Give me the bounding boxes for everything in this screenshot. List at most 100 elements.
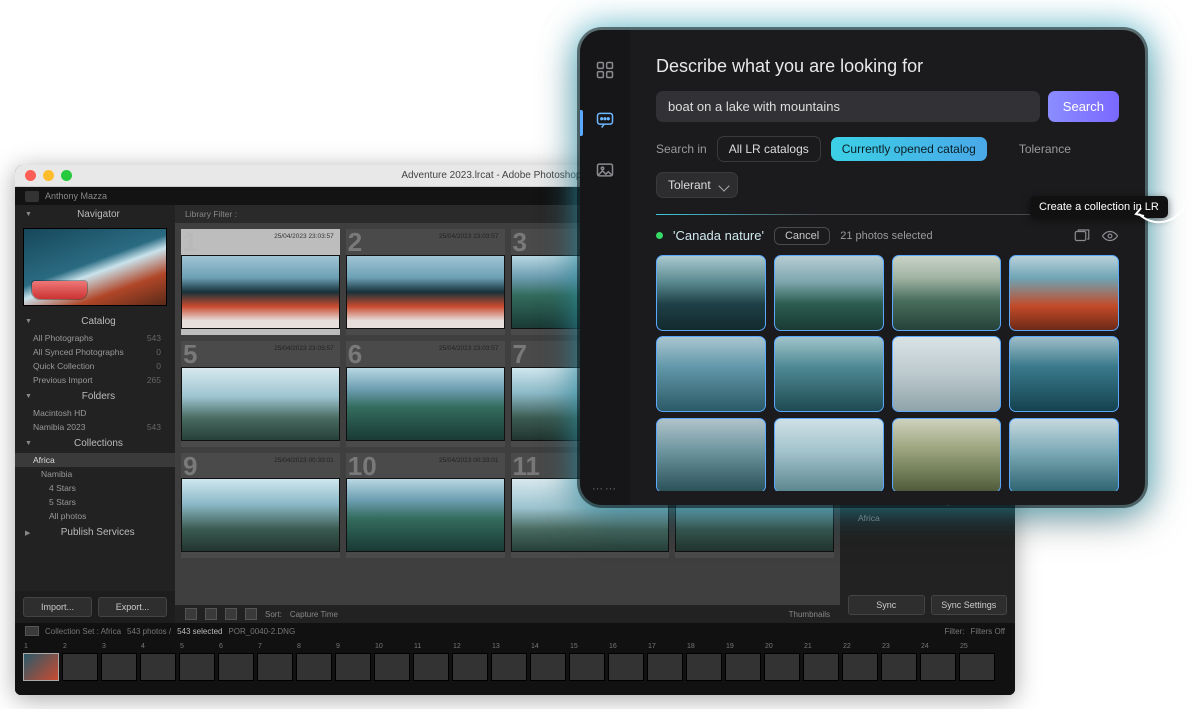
filmstrip-filter-off[interactable]: Filters Off (970, 627, 1005, 636)
filmstrip-thumb[interactable]: 15 (569, 653, 605, 681)
result-thumb[interactable] (656, 255, 766, 331)
identity-plate: Anthony Mazza (45, 191, 107, 201)
keyword-list-item[interactable]: Africa (840, 511, 1015, 525)
folder-item[interactable]: Namibia 2023543 (15, 420, 175, 434)
filmstrip-thumb[interactable]: 10 (374, 653, 410, 681)
filmstrip-source[interactable]: Collection Set : Africa (45, 627, 121, 636)
collections-header[interactable]: ▼ Collections (15, 434, 175, 453)
filmstrip-thumb[interactable]: 2 (62, 653, 98, 681)
grid-cell[interactable]: 225/04/2023 23:03:57 (346, 229, 505, 335)
result-thumb[interactable] (1009, 418, 1119, 491)
navigator-preview[interactable] (23, 228, 167, 306)
filmstrip-thumb[interactable]: 19 (725, 653, 761, 681)
publish-header[interactable]: ▶ Publish Services (15, 523, 175, 542)
compare-view-icon[interactable] (225, 608, 237, 620)
result-thumb[interactable] (656, 418, 766, 491)
result-thumb[interactable] (774, 336, 884, 412)
search-button[interactable]: Search (1048, 91, 1119, 122)
result-thumb[interactable] (892, 336, 1002, 412)
folders-header[interactable]: ▼ Folders (15, 387, 175, 406)
filmstrip-thumb[interactable]: 25 (959, 653, 995, 681)
filmstrip-thumb[interactable]: 5 (179, 653, 215, 681)
filmstrip-thumbs[interactable]: 1234567891011121314151617181920212223242… (15, 639, 1015, 695)
export-collection-icon[interactable] (1073, 227, 1091, 245)
folders-label: Folders (82, 391, 115, 402)
filmstrip-thumb[interactable]: 18 (686, 653, 722, 681)
disclosure-icon: ▼ (25, 440, 32, 447)
grid-cell[interactable]: 625/04/2023 23:03:57 (346, 341, 505, 447)
drag-handle-icon[interactable]: ⋯⋯ (592, 482, 618, 495)
sidebar-active-indicator (580, 110, 583, 136)
filmstrip-thumb[interactable]: 16 (608, 653, 644, 681)
filmstrip-thumb[interactable]: 14 (530, 653, 566, 681)
grid-toolbar: Sort: Capture Time Thumbnails (175, 605, 840, 623)
filmstrip-thumb[interactable]: 9 (335, 653, 371, 681)
filmstrip: Collection Set : Africa 543 photos / 543… (15, 623, 1015, 695)
sync-button[interactable]: Sync (848, 595, 925, 615)
filmstrip-thumb[interactable]: 17 (647, 653, 683, 681)
filmstrip-thumb[interactable]: 4 (140, 653, 176, 681)
filmstrip-thumb[interactable]: 8 (296, 653, 332, 681)
collection-item[interactable]: 5 Stars (15, 495, 175, 509)
loupe-view-icon[interactable] (205, 608, 217, 620)
second-window-icon[interactable] (25, 626, 39, 636)
export-button[interactable]: Export... (98, 597, 167, 617)
import-button[interactable]: Import... (23, 597, 92, 617)
collection-item[interactable]: 4 Stars (15, 481, 175, 495)
search-input[interactable] (656, 91, 1040, 122)
status-dot-icon (656, 232, 663, 239)
grid-cell[interactable]: 1025/04/2023 00:33:01 (346, 453, 505, 559)
filmstrip-thumb[interactable]: 20 (764, 653, 800, 681)
sync-settings-button[interactable]: Sync Settings (931, 595, 1008, 615)
filmstrip-filter-label: Filter: (944, 627, 964, 636)
filmstrip-thumb[interactable]: 12 (452, 653, 488, 681)
survey-view-icon[interactable] (245, 608, 257, 620)
all-catalogs-pill[interactable]: All LR catalogs (717, 136, 821, 162)
filmstrip-thumb[interactable]: 13 (491, 653, 527, 681)
chat-search-icon[interactable] (591, 106, 619, 134)
filmstrip-thumb[interactable]: 6 (218, 653, 254, 681)
grid-cell[interactable]: 125/04/2023 23:03:57 (181, 229, 340, 335)
current-catalog-pill[interactable]: Currently opened catalog (831, 137, 987, 161)
cancel-button[interactable]: Cancel (774, 227, 830, 245)
sort-value[interactable]: Capture Time (290, 610, 338, 619)
image-icon[interactable] (591, 156, 619, 184)
disclosure-icon: ▼ (25, 393, 32, 400)
folder-item[interactable]: Macintosh HD (15, 406, 175, 420)
catalog-item[interactable]: Quick Collection0 (15, 359, 175, 373)
catalog-label: Catalog (81, 316, 115, 327)
result-thumb[interactable] (892, 418, 1002, 491)
grid-cell[interactable]: 925/04/2023 00:33:01 (181, 453, 340, 559)
filmstrip-count: 543 photos / (127, 627, 171, 636)
grid-cell[interactable]: 525/04/2023 23:03:57 (181, 341, 340, 447)
filmstrip-thumb[interactable]: 22 (842, 653, 878, 681)
catalog-item[interactable]: All Photographs543 (15, 331, 175, 345)
plugin-sidebar: ⋯⋯ (580, 30, 630, 505)
tolerance-select[interactable]: Tolerant (656, 172, 738, 198)
collection-item[interactable]: Africa (15, 453, 175, 467)
catalog-header[interactable]: ▼ Catalog (15, 312, 175, 331)
eye-icon[interactable] (1101, 227, 1119, 245)
filmstrip-thumb[interactable]: 7 (257, 653, 293, 681)
filmstrip-thumb[interactable]: 1 (23, 653, 59, 681)
result-collection-name: 'Canada nature' (673, 228, 764, 243)
result-thumb[interactable] (656, 336, 766, 412)
result-thumb[interactable] (1009, 336, 1119, 412)
catalog-item[interactable]: All Synced Photographs0 (15, 345, 175, 359)
result-thumb[interactable] (774, 255, 884, 331)
result-thumb[interactable] (1009, 255, 1119, 331)
grid-icon[interactable] (591, 56, 619, 84)
filmstrip-thumb[interactable]: 23 (881, 653, 917, 681)
grid-view-icon[interactable] (185, 608, 197, 620)
filmstrip-thumb[interactable]: 24 (920, 653, 956, 681)
filmstrip-thumb[interactable]: 3 (101, 653, 137, 681)
collection-item[interactable]: All photos (15, 509, 175, 523)
result-thumb[interactable] (892, 255, 1002, 331)
catalog-item[interactable]: Previous Import265 (15, 373, 175, 387)
collection-item[interactable]: Namibia (15, 467, 175, 481)
filmstrip-thumb[interactable]: 11 (413, 653, 449, 681)
disclosure-icon: ▶ (25, 529, 30, 537)
filmstrip-thumb[interactable]: 21 (803, 653, 839, 681)
navigator-header[interactable]: ▼ Navigator (15, 205, 175, 224)
result-thumb[interactable] (774, 418, 884, 491)
